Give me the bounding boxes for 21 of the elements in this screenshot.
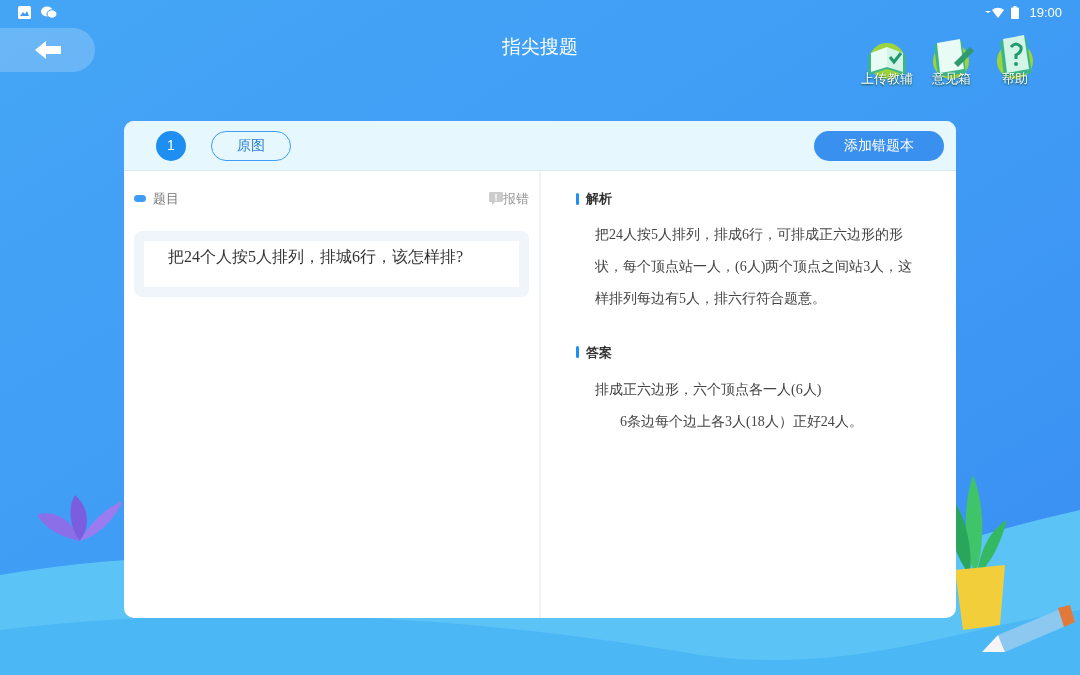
add-to-mistakes-button[interactable]: 添加错题本	[814, 130, 944, 161]
question-text: 把24个人按5人排列，排城6行，该怎样排?	[144, 240, 519, 287]
wifi-icon	[985, 6, 1006, 19]
question-number[interactable]: 1	[156, 130, 186, 161]
chat-icon	[41, 6, 57, 19]
section-marker	[576, 346, 579, 359]
answer-line: 6条边每个边上各3人(18人）正好24人。	[619, 413, 863, 431]
status-time: 19:00	[1029, 3, 1062, 22]
back-button[interactable]	[0, 28, 95, 72]
analysis-title: 解析	[586, 190, 612, 208]
analysis-text: 把24人按5人排列，排成6行，可排成正六边形的形状，每个顶点站一人，(6人)两个顶点之间站3人，这样排列每边有5人，排六行符合题意。	[595, 225, 914, 308]
back-arrow-icon	[34, 41, 61, 59]
report-icon	[489, 192, 503, 206]
report-button[interactable]: 报错	[489, 189, 529, 209]
answer-title: 答案	[586, 343, 612, 362]
page-title: 指尖搜题	[502, 35, 578, 59]
battery-icon	[1011, 6, 1020, 19]
question-label: 题目	[153, 190, 179, 208]
section-marker	[576, 192, 579, 205]
image-icon	[18, 6, 31, 19]
answer-line: 排成正六边形，六个顶点各一人(6人)	[595, 381, 822, 399]
